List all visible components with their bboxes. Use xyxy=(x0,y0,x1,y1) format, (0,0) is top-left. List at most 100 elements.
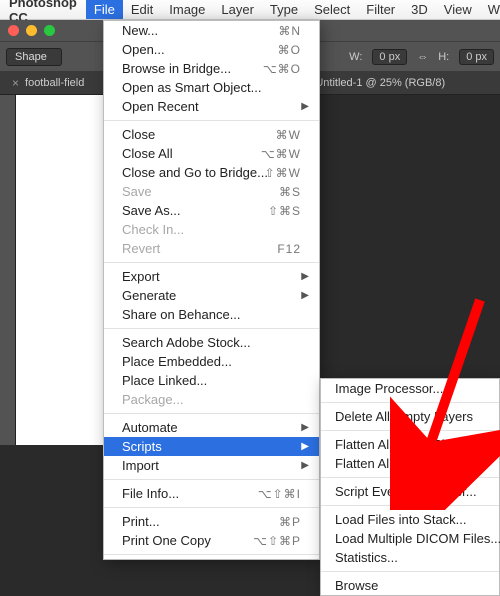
menu-item-label: Generate xyxy=(122,288,176,303)
menu-file[interactable]: File xyxy=(86,0,123,19)
menu-item-label: New... xyxy=(122,23,158,38)
menu-type[interactable]: Type xyxy=(262,0,306,19)
scripts-menu-item[interactable]: Browse xyxy=(321,576,499,595)
file-menu-item[interactable]: Open...⌘O xyxy=(104,40,319,59)
menu-shortcut: ⌘W xyxy=(276,128,301,142)
file-menu-item[interactable]: Export▶ xyxy=(104,267,319,286)
traffic-lights xyxy=(0,25,63,36)
menu-select[interactable]: Select xyxy=(306,0,358,19)
menu-layer[interactable]: Layer xyxy=(213,0,262,19)
scripts-menu-item[interactable]: Load Multiple DICOM Files... xyxy=(321,529,499,548)
menu-item-label: Place Linked... xyxy=(122,373,207,388)
file-menu-item[interactable]: Save As...⇧⌘S xyxy=(104,201,319,220)
menu-separator xyxy=(104,413,319,414)
tab-untitled-1[interactable]: × Untitled-1 @ 25% (RGB/8) xyxy=(302,76,445,90)
close-window-icon[interactable] xyxy=(8,25,19,36)
file-menu-dropdown: New...⌘NOpen...⌘OBrowse in Bridge...⌥⌘O O… xyxy=(103,20,320,560)
menu-separator xyxy=(321,571,499,572)
menu-shortcut: ⌥⌘W xyxy=(261,147,301,161)
submenu-arrow-icon: ▶ xyxy=(301,460,309,471)
menu-shortcut: ⌘S xyxy=(279,185,301,199)
menu-separator xyxy=(321,505,499,506)
tab-football-field[interactable]: × football-field xyxy=(12,76,84,90)
submenu-arrow-icon: ▶ xyxy=(301,101,309,112)
menu-view[interactable]: View xyxy=(436,0,480,19)
file-menu-item[interactable]: Place Linked... xyxy=(104,371,319,390)
close-tab-icon[interactable]: × xyxy=(12,76,19,90)
menu-item-label: Close and Go to Bridge... xyxy=(122,165,268,180)
submenu-arrow-icon: ▶ xyxy=(301,290,309,301)
menu-shortcut: ⇧⌘S xyxy=(268,204,301,218)
menubar: Photoshop CC File Edit Image Layer Type … xyxy=(0,0,500,20)
zoom-window-icon[interactable] xyxy=(44,25,55,36)
menu-separator xyxy=(104,262,319,263)
scripts-menu-item[interactable]: Script Events Manager... xyxy=(321,482,499,501)
menu-item-label: Automate xyxy=(122,420,178,435)
file-menu-item[interactable]: Print One Copy ⌥⇧⌘P xyxy=(104,531,319,550)
menu-item-label: Scripts xyxy=(122,439,162,454)
menu-item-label: Flatten All Masks xyxy=(335,456,433,471)
file-menu-item[interactable]: Open Recent▶ xyxy=(104,97,319,116)
file-menu-item[interactable]: Automate ▶ xyxy=(104,418,319,437)
file-menu-item[interactable]: Close All ⌥⌘W xyxy=(104,144,319,163)
menu-item-label: Export xyxy=(122,269,160,284)
file-menu-item[interactable]: Close⌘W xyxy=(104,125,319,144)
menu-item-label: Share on Behance... xyxy=(122,307,241,322)
menu-window[interactable]: Windo xyxy=(480,0,500,19)
menu-item-label: Revert xyxy=(122,241,160,256)
scripts-menu-item[interactable]: Image Processor... xyxy=(321,379,499,398)
menu-item-label: Flatten All Layer Effects xyxy=(335,437,471,452)
scripts-menu-item[interactable]: Statistics... xyxy=(321,548,499,567)
scripts-menu-item[interactable]: Load Files into Stack... xyxy=(321,510,499,529)
file-menu-item[interactable]: Import▶ xyxy=(104,456,319,475)
scripts-menu-item[interactable]: Flatten All Layer Effects xyxy=(321,435,499,454)
menu-item-label: Print... xyxy=(122,514,160,529)
menu-shortcut: ⌥⌘O xyxy=(263,62,301,76)
menu-item-label: Check In... xyxy=(122,222,184,237)
menu-item-label: Delete All Empty Layers xyxy=(335,409,473,424)
menu-item-label: Package... xyxy=(122,392,183,407)
scripts-submenu: Image Processor... Delete All Empty Layer… xyxy=(320,378,500,596)
file-menu-item[interactable]: Close and Go to Bridge...⇧⌘W xyxy=(104,163,319,182)
link-icon[interactable]: ⇔ xyxy=(417,51,428,63)
width-field[interactable]: 0 px xyxy=(372,49,407,65)
menu-item-label: Load Files into Stack... xyxy=(335,512,467,527)
menu-item-label: Search Adobe Stock... xyxy=(122,335,251,350)
menu-image[interactable]: Image xyxy=(161,0,213,19)
menu-separator xyxy=(104,554,319,555)
file-menu-item[interactable]: Place Embedded... xyxy=(104,352,319,371)
file-menu-item[interactable]: Generate ▶ xyxy=(104,286,319,305)
menu-separator xyxy=(321,430,499,431)
file-menu-item[interactable]: Browse in Bridge...⌥⌘O xyxy=(104,59,319,78)
minimize-window-icon[interactable] xyxy=(26,25,37,36)
menu-item-label: Browse xyxy=(335,578,378,593)
file-menu-item: RevertF12 xyxy=(104,239,319,258)
submenu-arrow-icon: ▶ xyxy=(301,422,309,433)
menu-item-label: Script Events Manager... xyxy=(335,484,477,499)
file-menu-item[interactable]: Print...⌘P xyxy=(104,512,319,531)
height-field[interactable]: 0 px xyxy=(459,49,494,65)
file-menu-item[interactable]: File Info...⌥⇧⌘I xyxy=(104,484,319,503)
tools-panel[interactable] xyxy=(0,95,16,445)
menu-shortcut: ⌥⇧⌘P xyxy=(253,534,301,548)
menu-separator xyxy=(321,477,499,478)
menu-item-label: Print One Copy xyxy=(122,533,211,548)
shape-dropdown[interactable]: Shape xyxy=(6,48,62,66)
menu-separator xyxy=(104,479,319,480)
file-menu-item[interactable]: Share on Behance... xyxy=(104,305,319,324)
file-menu-item[interactable]: Search Adobe Stock... xyxy=(104,333,319,352)
file-menu-item[interactable]: Open as Smart Object... xyxy=(104,78,319,97)
menu-edit[interactable]: Edit xyxy=(123,0,161,19)
tab-label: football-field xyxy=(25,77,84,89)
scripts-menu-item[interactable]: Flatten All Masks xyxy=(321,454,499,473)
menu-item-label: Open as Smart Object... xyxy=(122,80,261,95)
file-menu-item[interactable]: Scripts▶ xyxy=(104,437,319,456)
width-label: W: xyxy=(349,51,362,63)
menu-filter[interactable]: Filter xyxy=(358,0,403,19)
menu-item-label: Close All xyxy=(122,146,173,161)
menu-3d[interactable]: 3D xyxy=(403,0,436,19)
scripts-menu-item[interactable]: Delete All Empty Layers xyxy=(321,407,499,426)
file-menu-item[interactable]: New...⌘N xyxy=(104,21,319,40)
file-menu-item: Save⌘S xyxy=(104,182,319,201)
menu-item-label: Open... xyxy=(122,42,165,57)
